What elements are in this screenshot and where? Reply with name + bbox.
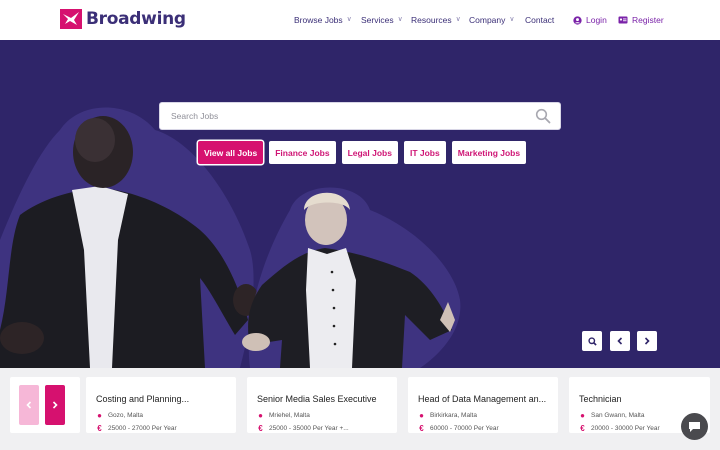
chevron-left-icon — [617, 337, 623, 345]
nav-services[interactable]: Services ∨ — [361, 0, 403, 40]
id-card-icon — [618, 16, 628, 24]
map-pin-icon: ● — [97, 411, 102, 420]
job-title: Costing and Planning... — [96, 394, 190, 404]
job-card[interactable]: Head of Data Management an... ● Birkirkar… — [408, 377, 558, 433]
chevron-down-icon: ∨ — [397, 16, 403, 23]
chevron-right-icon — [52, 401, 58, 409]
job-location: Gozo, Malta — [108, 412, 144, 419]
jobs-next-button[interactable] — [45, 385, 65, 425]
search-icon — [587, 336, 597, 346]
user-circle-icon — [573, 15, 582, 25]
hero-next-button[interactable] — [637, 331, 657, 351]
job-salary: 20000 - 30000 Per Year — [591, 425, 660, 432]
job-search-input[interactable] — [160, 103, 520, 129]
nav-company[interactable]: Company ∨ — [469, 0, 515, 40]
job-salary: 25000 - 35000 Per Year +... — [269, 425, 349, 432]
job-search-box — [160, 103, 560, 129]
chat-button[interactable] — [681, 413, 708, 440]
chevron-right-icon — [644, 337, 650, 345]
chip-legal-jobs[interactable]: Legal Jobs — [341, 141, 398, 164]
chevron-down-icon: ∨ — [509, 16, 515, 23]
job-location: Birkirkara, Malta — [430, 412, 477, 419]
map-pin-icon: ● — [580, 411, 585, 420]
job-salary: 25000 - 27000 Per Year — [108, 425, 177, 432]
job-location: San Gwann, Malta — [591, 412, 645, 419]
nav-label: Company — [469, 15, 506, 25]
job-card[interactable]: Senior Media Sales Executive ● Mriehel, M… — [247, 377, 397, 433]
nav-label: Contact — [525, 15, 555, 25]
brand-logo[interactable]: Broadwing — [60, 9, 186, 29]
nav-resources[interactable]: Resources ∨ — [411, 0, 461, 40]
job-location: Mriehel, Malta — [269, 412, 310, 419]
featured-jobs-strip: Costing and Planning... ● Gozo, Malta €25… — [0, 368, 720, 450]
chip-finance-jobs[interactable]: Finance Jobs — [269, 141, 336, 164]
search-icon[interactable] — [535, 108, 551, 124]
nav-contact[interactable]: Contact — [525, 0, 554, 40]
chevron-down-icon: ∨ — [455, 16, 461, 23]
job-title: Senior Media Sales Executive — [257, 394, 377, 404]
hero-prev-button[interactable] — [610, 331, 630, 351]
register-link[interactable]: Register — [618, 0, 664, 40]
job-card[interactable]: Costing and Planning... ● Gozo, Malta €25… — [86, 377, 236, 433]
nav-browse-jobs[interactable]: Browse Jobs ∨ — [294, 0, 352, 40]
jobs-pager-card — [10, 377, 80, 433]
map-pin-icon: ● — [258, 411, 263, 420]
login-link[interactable]: Login — [573, 0, 607, 40]
login-label: Login — [586, 15, 607, 25]
hero-search-button[interactable] — [582, 331, 602, 351]
hero-banner: View all Jobs Finance Jobs Legal Jobs IT… — [0, 40, 720, 368]
job-title: Technician — [579, 394, 622, 404]
euro-icon: € — [97, 424, 102, 433]
euro-icon: € — [258, 424, 263, 433]
euro-icon: € — [580, 424, 585, 433]
job-title: Head of Data Management an... — [418, 394, 547, 404]
nav-label: Services — [361, 15, 394, 25]
chevron-down-icon: ∨ — [346, 16, 352, 23]
site-header: Broadwing Browse Jobs ∨ Services ∨ Resourc… — [0, 0, 720, 40]
nav-label: Browse Jobs — [294, 15, 343, 25]
job-category-chips: View all Jobs Finance Jobs Legal Jobs IT… — [198, 141, 527, 164]
register-label: Register — [632, 15, 664, 25]
euro-icon: € — [419, 424, 424, 433]
map-pin-icon: ● — [419, 411, 424, 420]
nav-label: Resources — [411, 15, 452, 25]
broadwing-logo-icon — [60, 9, 82, 29]
chip-marketing-jobs[interactable]: Marketing Jobs — [451, 141, 527, 164]
jobs-prev-button[interactable] — [19, 385, 39, 425]
chevron-left-icon — [26, 401, 32, 409]
chip-view-all-jobs[interactable]: View all Jobs — [198, 141, 264, 164]
brand-name: Broadwing — [86, 9, 186, 29]
job-salary: 60000 - 70000 Per Year — [430, 425, 499, 432]
chip-it-jobs[interactable]: IT Jobs — [403, 141, 446, 164]
hero-photo-people — [0, 107, 461, 368]
chat-bubble-icon — [689, 421, 700, 432]
